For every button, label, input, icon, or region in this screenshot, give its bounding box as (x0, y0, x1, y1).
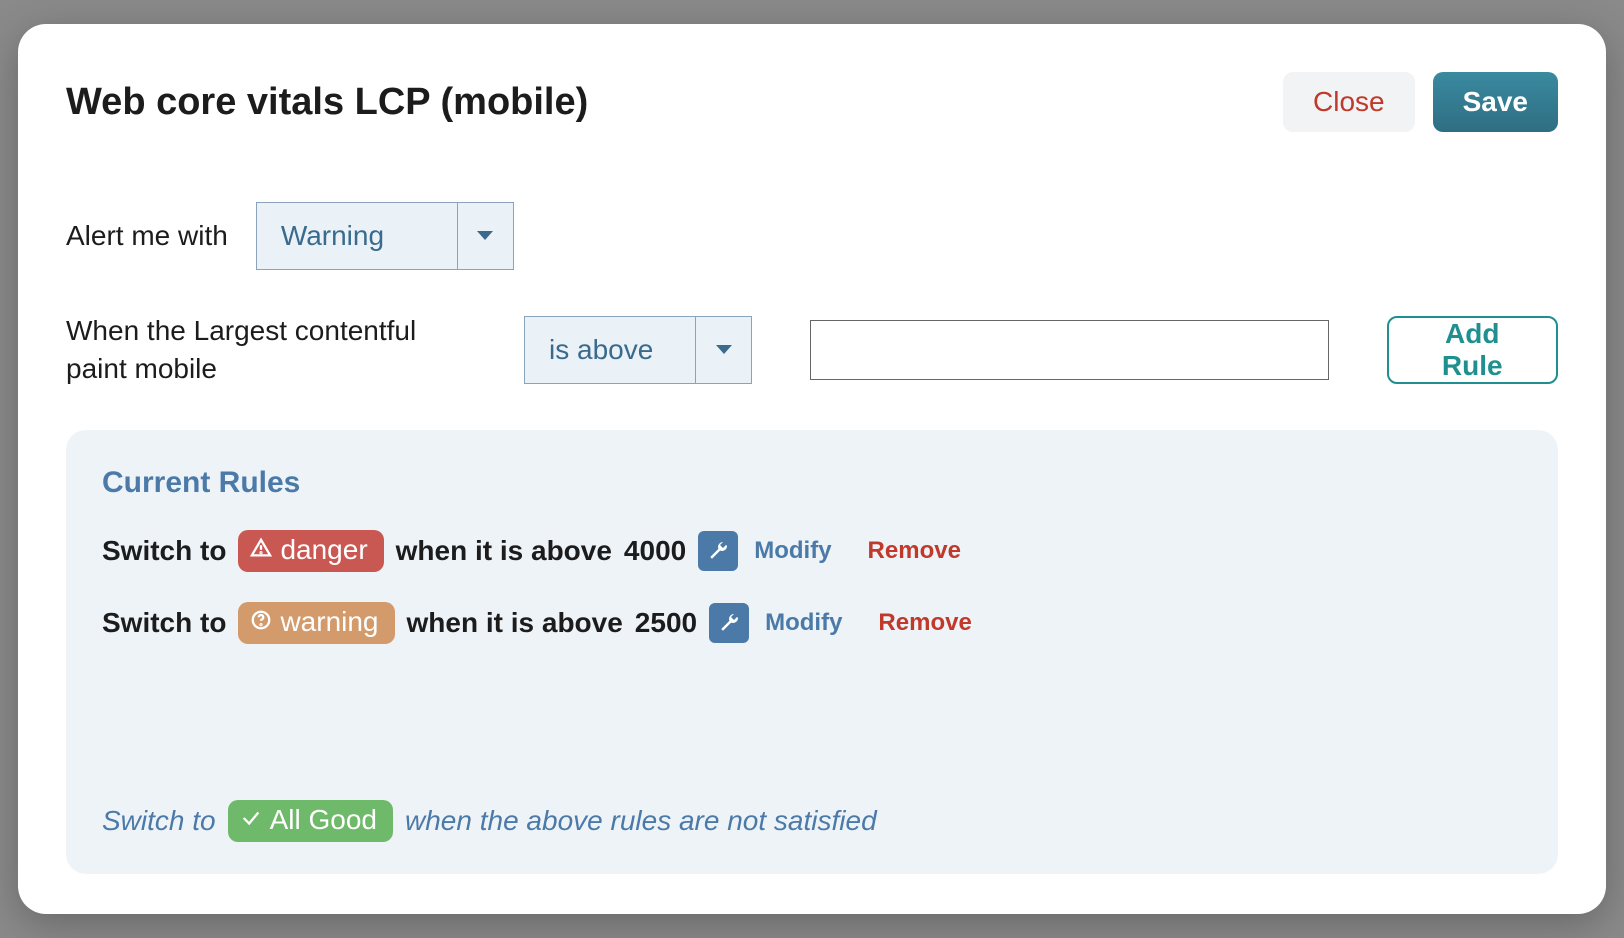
badge-label: All Good (270, 804, 377, 836)
rule-row: Switch to warning when it is above 2500 … (102, 602, 1522, 644)
add-rule-button[interactable]: Add Rule (1387, 316, 1559, 384)
switch-to-text: Switch to (102, 805, 216, 837)
modify-link[interactable]: Modify (765, 609, 842, 637)
wrench-icon[interactable] (698, 531, 738, 571)
comparator-select[interactable]: is above (524, 316, 752, 384)
alert-level-select[interactable]: Warning (256, 202, 514, 270)
question-circle-icon (250, 606, 272, 638)
modal-actions: Close Save (1283, 72, 1558, 132)
switch-to-text: Switch to (102, 535, 226, 567)
chevron-down-icon (457, 203, 513, 269)
comparator-selected: is above (525, 317, 695, 383)
alert-level-label: Alert me with (66, 220, 228, 252)
threshold-input[interactable] (810, 320, 1329, 380)
modal-title: Web core vitals LCP (mobile) (66, 81, 588, 124)
condition-row: When the Largest contentful paint mobile… (66, 312, 1558, 388)
rule-threshold: 2500 (635, 607, 697, 639)
when-text: when it is above (396, 535, 612, 567)
alert-rule-modal: Web core vitals LCP (mobile) Close Save … (18, 24, 1606, 914)
warning-triangle-icon (250, 534, 272, 566)
when-text: when it is above (407, 607, 623, 639)
save-button[interactable]: Save (1433, 72, 1558, 132)
badge-label: warning (280, 606, 378, 638)
current-rules-heading: Current Rules (102, 466, 1522, 500)
warning-badge: warning (238, 602, 394, 644)
metric-label: When the Largest contentful paint mobile (66, 312, 466, 388)
check-icon (240, 804, 262, 836)
all-good-badge: All Good (228, 800, 393, 842)
switch-to-text: Switch to (102, 607, 226, 639)
wrench-icon[interactable] (709, 603, 749, 643)
rule-row: Switch to danger when it is above 4000 M… (102, 530, 1522, 572)
remove-link[interactable]: Remove (878, 609, 971, 637)
chevron-down-icon (695, 317, 751, 383)
modify-link[interactable]: Modify (754, 537, 831, 565)
current-rules-panel: Current Rules Switch to danger when it i… (66, 430, 1558, 874)
close-button[interactable]: Close (1283, 72, 1415, 132)
remove-link[interactable]: Remove (868, 537, 961, 565)
default-suffix-text: when the above rules are not satisfied (405, 805, 877, 837)
default-rule-row: Switch to All Good when the above rules … (102, 800, 1522, 842)
alert-level-row: Alert me with Warning (66, 202, 1558, 270)
badge-label: danger (280, 534, 367, 566)
rule-threshold: 4000 (624, 535, 686, 567)
alert-level-selected: Warning (257, 203, 457, 269)
danger-badge: danger (238, 530, 383, 572)
modal-header: Web core vitals LCP (mobile) Close Save (66, 72, 1558, 132)
